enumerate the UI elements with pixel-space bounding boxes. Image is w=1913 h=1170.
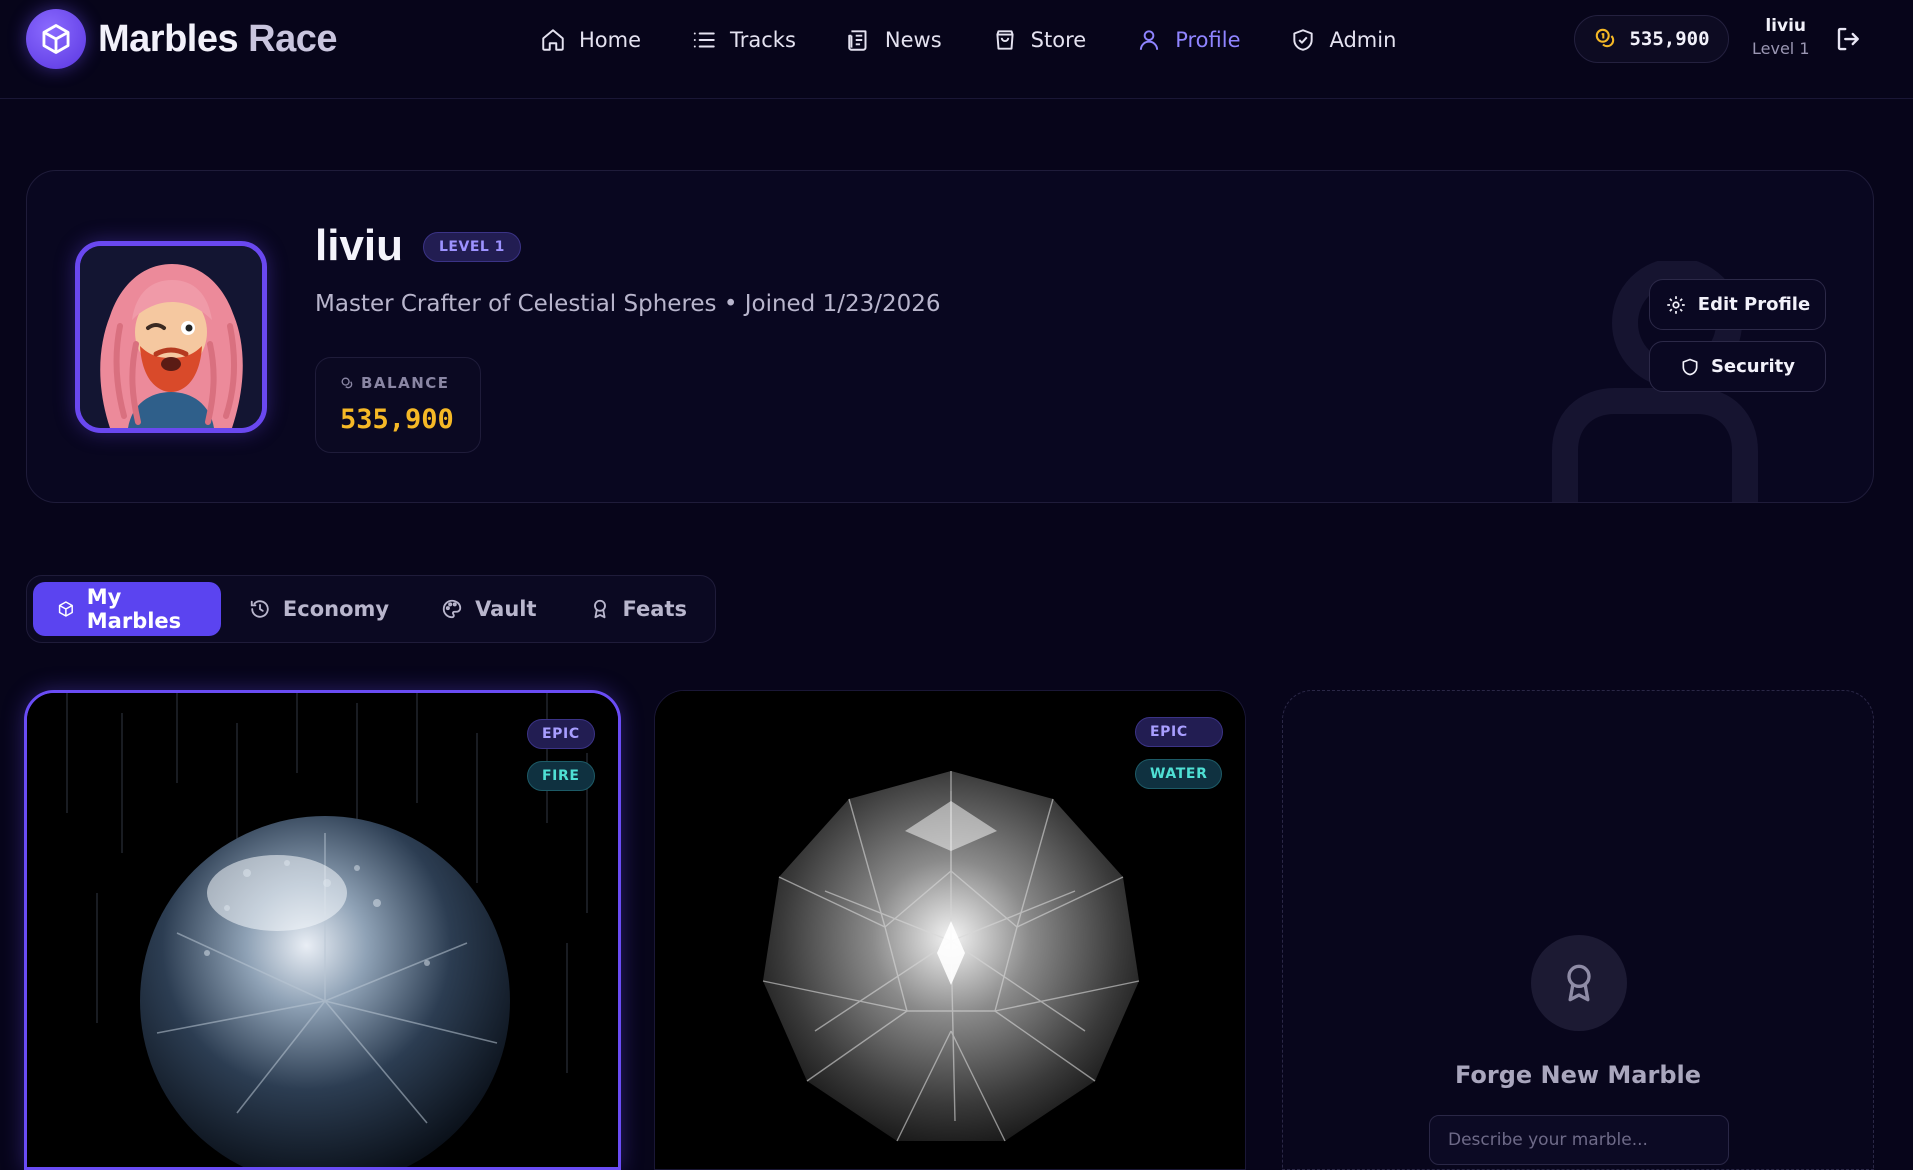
gear-icon xyxy=(1667,295,1685,314)
forge-title: Forge New Marble xyxy=(1454,1061,1702,1089)
tab-my-marbles-label: My Marbles xyxy=(86,585,182,633)
balance-box: BALANCE 535,900 xyxy=(315,357,481,453)
main-nav: Home Tracks News Store Profile Admin xyxy=(540,22,1446,58)
nav-tracks[interactable]: Tracks xyxy=(691,22,796,58)
logout-icon xyxy=(1837,27,1859,51)
cube-icon xyxy=(58,601,73,617)
app-name: Marbles Race xyxy=(98,17,338,60)
balance-label: BALANCE xyxy=(361,374,450,392)
shield-check-icon xyxy=(1293,29,1314,51)
tab-vault[interactable]: Vault xyxy=(417,582,560,636)
award-icon xyxy=(593,599,606,619)
shopping-bag-icon xyxy=(996,30,1014,50)
tab-economy-label: Economy xyxy=(282,597,390,621)
profile-subtitle: Master Crafter of Celestial Spheres • Jo… xyxy=(315,291,941,317)
nav-profile[interactable]: Profile xyxy=(1136,22,1240,58)
user-icon xyxy=(1140,30,1159,50)
nav-news-label: News xyxy=(884,28,942,52)
balance-label-row: BALANCE xyxy=(340,374,450,392)
brand[interactable]: Marbles Race xyxy=(26,9,338,69)
coins-icon xyxy=(341,377,353,388)
element-tag: WATER xyxy=(1135,759,1223,789)
profile-card: liviu LEVEL 1 Master Crafter of Celestia… xyxy=(26,170,1874,503)
tab-vault-label: Vault xyxy=(475,597,537,621)
tab-my-marbles[interactable]: My Marbles xyxy=(33,582,221,636)
tab-economy[interactable]: Economy xyxy=(225,582,413,636)
security-button[interactable]: Security xyxy=(1649,341,1826,392)
top-navigation-bar: Marbles Race Home Tracks News Store Prof… xyxy=(0,0,1913,99)
logout-button[interactable] xyxy=(1834,24,1866,56)
coins-icon xyxy=(1596,28,1615,48)
marble-description-input[interactable] xyxy=(1429,1115,1729,1165)
nav-admin-label: Admin xyxy=(1329,28,1397,52)
award-icon xyxy=(1567,964,1591,1002)
nav-store[interactable]: Store xyxy=(992,22,1087,58)
forge-new-marble-card: Forge New Marble xyxy=(1282,690,1874,1170)
nav-news[interactable]: News xyxy=(846,22,942,58)
header-username: liviu xyxy=(1765,16,1806,36)
forge-award-button[interactable] xyxy=(1531,935,1627,1031)
marble-card[interactable]: EPIC FIRE xyxy=(24,690,621,1170)
nav-tracks-label: Tracks xyxy=(730,28,796,52)
rarity-tag: EPIC xyxy=(1135,717,1223,747)
edit-profile-button[interactable]: Edit Profile xyxy=(1649,279,1826,330)
rarity-tag: EPIC xyxy=(527,719,595,749)
marble-card[interactable]: EPIC WATER xyxy=(654,690,1246,1170)
nav-admin[interactable]: Admin xyxy=(1290,22,1396,58)
nav-home[interactable]: Home xyxy=(540,22,641,58)
profile-tabs: My Marbles Economy Vault Feats xyxy=(26,575,716,643)
security-label: Security xyxy=(1710,356,1796,377)
coin-balance-pill[interactable]: 535,900 xyxy=(1574,15,1729,63)
shield-icon xyxy=(1682,358,1698,375)
newspaper-icon xyxy=(848,30,867,51)
palette-icon xyxy=(442,599,462,619)
balance-value: 535,900 xyxy=(340,404,454,435)
tab-feats[interactable]: Feats xyxy=(565,582,711,636)
coin-balance-value: 535,900 xyxy=(1629,28,1710,50)
cube-logo-icon xyxy=(26,9,86,69)
element-tag: FIRE xyxy=(527,761,595,791)
nav-store-label: Store xyxy=(1030,28,1087,52)
header-level: Level 1 xyxy=(1752,39,1810,58)
history-icon xyxy=(250,600,269,618)
home-icon xyxy=(542,29,564,51)
nav-profile-label: Profile xyxy=(1175,28,1241,52)
profile-name: liviu xyxy=(315,221,404,270)
avatar[interactable] xyxy=(75,241,267,433)
user-summary[interactable]: liviu Level 1 xyxy=(1752,16,1810,58)
tab-feats-label: Feats xyxy=(622,597,687,621)
nav-home-label: Home xyxy=(579,28,642,52)
level-badge: LEVEL 1 xyxy=(423,232,521,262)
edit-profile-label: Edit Profile xyxy=(1697,294,1811,315)
avatar-illustration xyxy=(80,246,262,428)
list-icon xyxy=(693,32,715,48)
